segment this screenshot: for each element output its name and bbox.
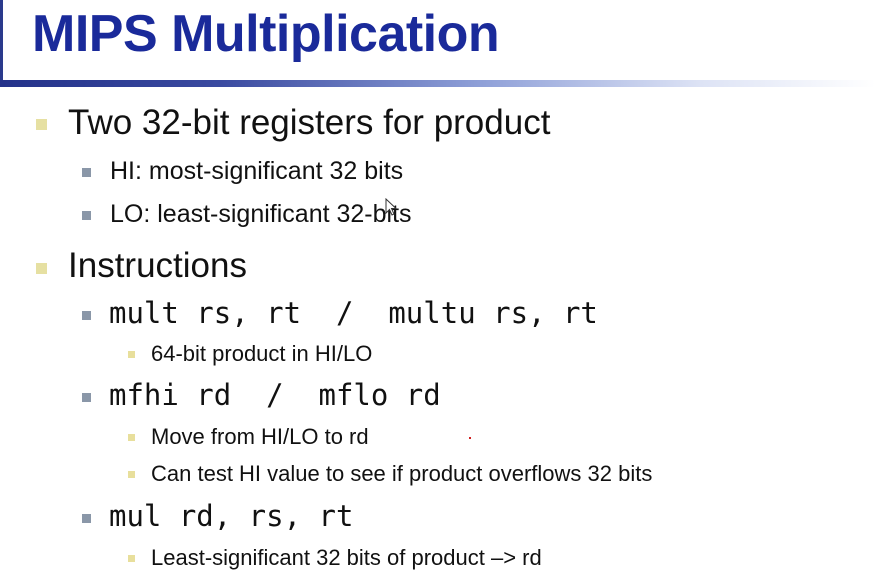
- level2-bullet-marker: [82, 168, 91, 177]
- level2-bullet-marker: [82, 311, 91, 320]
- bullet-level1: Instructions: [68, 246, 247, 285]
- level3-bullet-marker: [128, 351, 135, 358]
- slide-body: Two 32-bit registers for product HI: mos…: [0, 0, 876, 584]
- code-instruction: mul rd, rs, rt: [109, 499, 354, 533]
- bullet-level3: Least-significant 32 bits of product –> …: [151, 545, 542, 570]
- bullet-level2: HI: most-significant 32 bits: [110, 157, 404, 185]
- bullet-level1: Two 32-bit registers for product: [68, 103, 551, 142]
- mouse-pointer-icon: [385, 198, 397, 216]
- bullet-level3: 64-bit product in HI/LO: [151, 341, 373, 366]
- code-instruction: mult rs, rt / multu rs, rt: [109, 296, 598, 330]
- level2-bullet-marker: [82, 514, 91, 523]
- level3-bullet-marker: [128, 434, 135, 441]
- level2-bullet-marker: [82, 211, 91, 220]
- level2-bullet-marker: [82, 393, 91, 402]
- level3-bullet-marker: [128, 471, 135, 478]
- bullet-level3: Move from HI/LO to rd: [151, 424, 369, 449]
- level1-bullet-marker: [36, 263, 47, 274]
- code-instruction: mfhi rd / mflo rd: [109, 378, 441, 412]
- level3-bullet-marker: [128, 555, 135, 562]
- laser-pointer-dot: [469, 437, 471, 439]
- bullet-level3: Can test HI value to see if product over…: [151, 461, 653, 486]
- level1-bullet-marker: [36, 119, 47, 130]
- bullet-level2: LO: least-significant 32-bits: [110, 200, 412, 228]
- slide: MIPS Multiplication Two 32-bit registers…: [0, 0, 876, 584]
